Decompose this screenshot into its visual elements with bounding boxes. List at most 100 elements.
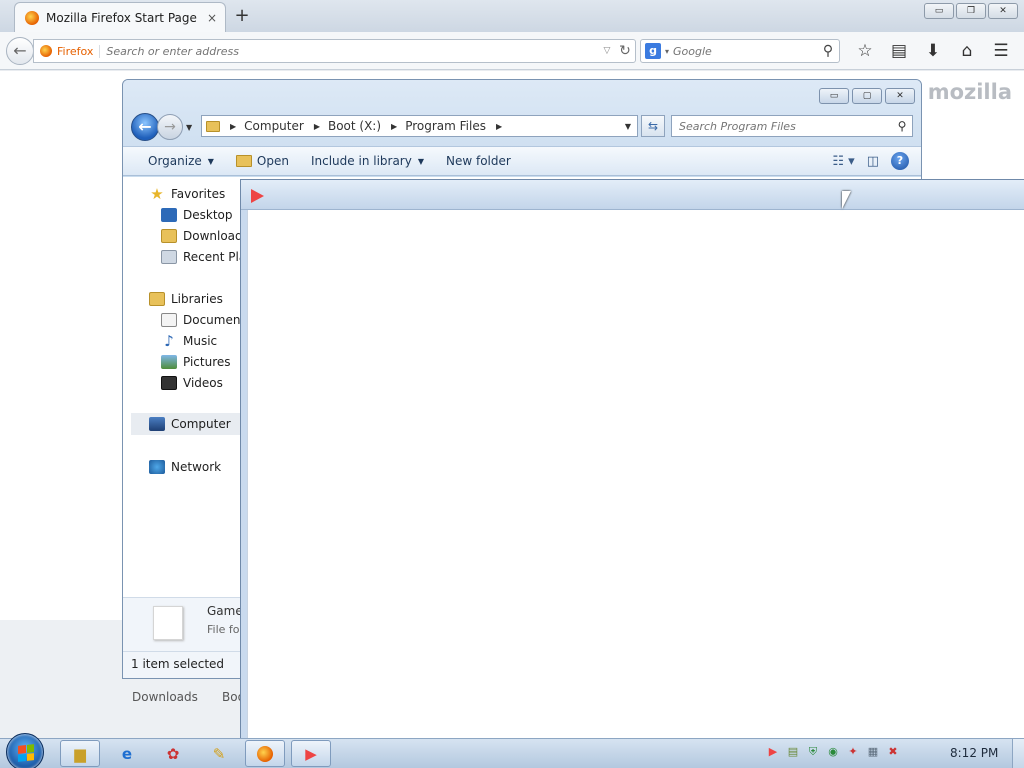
google-engine-icon[interactable]: g xyxy=(645,43,661,59)
nav-pictures[interactable]: Pictures xyxy=(161,355,231,369)
explorer-address-bar[interactable]: ▶ Computer ▶ Boot (X:) ▶ Program Files ▶… xyxy=(201,115,638,137)
nav-computer[interactable]: Computer xyxy=(131,413,243,435)
search-icon[interactable]: ⚲ xyxy=(817,43,839,59)
videos-icon xyxy=(161,376,177,390)
view-options-icon[interactable]: ☷ ▾ xyxy=(832,154,854,169)
start-button[interactable] xyxy=(6,733,44,768)
new-folder-button[interactable]: New folder xyxy=(446,154,511,168)
breadcrumb-boot-drive[interactable]: Boot (X:) xyxy=(328,119,381,133)
computer-icon xyxy=(149,417,165,431)
chevron-right-icon[interactable]: ▶ xyxy=(314,122,320,131)
explorer-folder-icon: ▆ xyxy=(74,744,86,763)
include-label: Include in library xyxy=(310,154,412,168)
address-input[interactable] xyxy=(106,44,599,58)
download-icon[interactable]: ⬇ xyxy=(916,39,950,63)
bookmark-star-icon[interactable]: ☆ xyxy=(848,39,882,63)
search-bar[interactable]: g ▾ ⚲ xyxy=(640,39,840,63)
explorer-refresh-button[interactable]: ⇆ xyxy=(641,115,665,137)
taskbar-firefox[interactable] xyxy=(245,740,285,767)
nav-libraries[interactable]: Libraries xyxy=(149,292,223,306)
close-button[interactable]: ✕ xyxy=(988,3,1018,19)
back-button[interactable]: ← xyxy=(6,37,34,65)
breadcrumb: ▶ Computer ▶ Boot (X:) ▶ Program Files ▶ xyxy=(230,119,510,133)
taskbar-windows-explorer[interactable]: ▆ xyxy=(60,740,100,767)
chevron-down-icon: ▼ xyxy=(417,156,424,166)
firefox-tab-bar: Mozilla Firefox Start Page × + ▭ ❐ ✕ xyxy=(0,0,1024,32)
tab-close-button[interactable]: × xyxy=(205,11,219,25)
paint-app-icon: ✎ xyxy=(212,744,226,763)
nav-network[interactable]: Network xyxy=(149,460,221,474)
site-identity[interactable]: Firefox xyxy=(40,44,101,58)
restore-button[interactable]: ❐ xyxy=(956,3,986,19)
tray-app-icon[interactable]: ✦ xyxy=(846,745,860,759)
preview-pane-icon[interactable]: ◫ xyxy=(867,154,879,169)
help-icon[interactable]: ? xyxy=(891,152,909,170)
explorer-search-input[interactable] xyxy=(679,119,892,133)
downloads-link[interactable]: Downloads xyxy=(132,690,198,704)
url-history-dropdown-icon[interactable]: ▽ xyxy=(599,46,615,56)
chevron-right-icon[interactable]: ▶ xyxy=(230,122,236,131)
taskbar-media-app[interactable]: ✿ xyxy=(153,740,193,767)
new-tab-button[interactable]: + xyxy=(232,6,252,26)
network-icon xyxy=(149,460,165,474)
tab-title: Mozilla Firefox Start Page xyxy=(46,10,197,25)
explorer-forward-button[interactable]: → xyxy=(157,114,183,140)
include-in-library-button[interactable]: Include in library ▼ xyxy=(311,154,424,168)
blank-app-window xyxy=(240,179,1024,749)
tab-firefox-start-page[interactable]: Mozilla Firefox Start Page × xyxy=(14,2,226,32)
blank-app-content[interactable] xyxy=(247,210,1024,748)
breadcrumb-program-files[interactable]: Program Files xyxy=(405,119,486,133)
reading-list-icon[interactable]: ▤ xyxy=(882,39,916,63)
explorer-window-controls: ▭ ▢ ✕ xyxy=(819,88,915,104)
open-button[interactable]: Open xyxy=(235,154,289,168)
explorer-back-button[interactable]: ← xyxy=(131,113,159,141)
nav-label: Network xyxy=(171,460,222,474)
search-icon[interactable]: ⚲ xyxy=(892,119,912,133)
tray-security-icon[interactable]: ⛨ xyxy=(806,745,820,759)
nav-label: Libraries xyxy=(171,292,223,306)
nav-videos[interactable]: Videos xyxy=(161,376,223,390)
nav-documents[interactable]: Documents xyxy=(161,313,251,327)
reload-icon[interactable]: ↻ xyxy=(615,43,635,59)
organize-button[interactable]: Organize ▼ xyxy=(148,154,214,168)
firefox-icon xyxy=(257,745,273,762)
explorer-search-box[interactable]: ⚲ xyxy=(671,115,913,137)
explorer-maximize-button[interactable]: ▢ xyxy=(852,88,882,104)
tray-notes-icon[interactable]: ▤ xyxy=(786,745,800,759)
nav-label: Music xyxy=(183,334,218,348)
downloads-folder-icon xyxy=(161,229,177,243)
selected-item-name: Game xyxy=(207,604,243,618)
home-icon[interactable]: ⌂ xyxy=(950,39,984,63)
tray-media-icon[interactable]: ◉ xyxy=(826,745,840,759)
recent-pages-dropdown-icon[interactable]: ▼ xyxy=(186,123,192,132)
explorer-history-nav: ← → ▼ xyxy=(131,113,192,141)
address-dropdown-icon[interactable]: ▼ xyxy=(619,122,637,131)
tray-play-icon[interactable]: ▶ xyxy=(766,745,780,759)
tray-volume-icon[interactable]: ✖ xyxy=(886,745,900,759)
search-input[interactable] xyxy=(673,44,817,58)
menu-icon[interactable]: ☰ xyxy=(984,39,1018,63)
chevron-right-icon[interactable]: ▶ xyxy=(496,122,502,131)
url-bar[interactable]: Firefox ▽ ↻ xyxy=(33,39,636,63)
clock[interactable]: 8:12 PM xyxy=(950,746,998,760)
taskbar-play-app[interactable]: ▶ xyxy=(291,740,331,767)
breadcrumb-computer[interactable]: Computer xyxy=(244,119,304,133)
explorer-close-button[interactable]: ✕ xyxy=(885,88,915,104)
nav-favorites[interactable]: ★ Favorites xyxy=(149,187,225,202)
nav-downloads[interactable]: Downloads xyxy=(161,229,249,243)
folder-thumbnail-icon xyxy=(153,606,183,640)
explorer-minimize-button[interactable]: ▭ xyxy=(819,88,849,104)
taskbar-internet-explorer[interactable]: e xyxy=(107,740,147,767)
mouse-cursor-icon xyxy=(842,191,851,209)
blank-app-title-bar[interactable] xyxy=(241,180,1024,210)
taskbar-paint-app[interactable]: ✎ xyxy=(199,740,239,767)
nav-music[interactable]: ♪ Music xyxy=(161,334,218,349)
show-desktop-button[interactable] xyxy=(1012,739,1024,768)
chevron-right-icon[interactable]: ▶ xyxy=(391,122,397,131)
nav-label: Videos xyxy=(183,376,223,390)
chevron-down-icon: ▼ xyxy=(207,156,214,166)
nav-desktop[interactable]: Desktop xyxy=(161,208,233,222)
minimize-button[interactable]: ▭ xyxy=(924,3,954,19)
tray-network-icon[interactable]: ▦ xyxy=(866,745,880,759)
engine-dropdown-icon[interactable]: ▾ xyxy=(665,47,669,56)
